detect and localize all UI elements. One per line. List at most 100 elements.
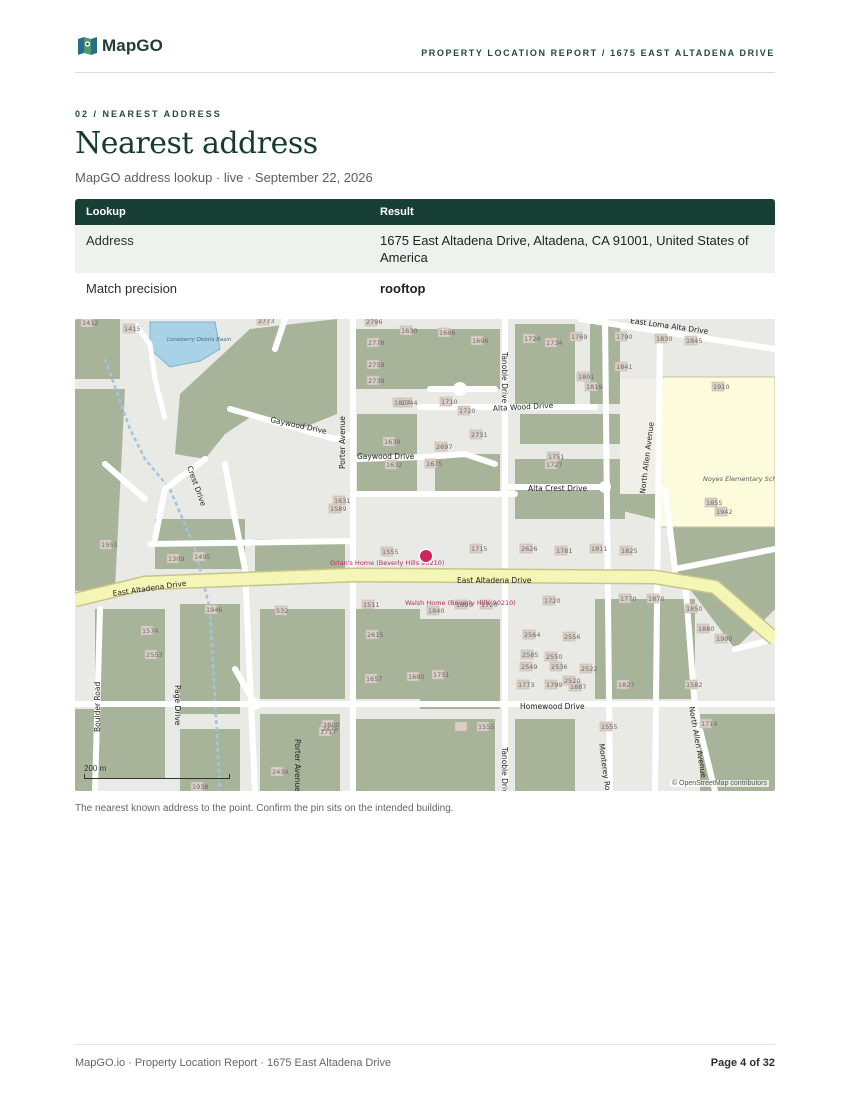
row-label-precision: Match precision <box>86 281 178 296</box>
house-number-label: 1751 <box>548 453 565 461</box>
house-number-label: 2731 <box>471 431 488 439</box>
map-attribution[interactable]: © OpenStreetMap contributors <box>669 780 769 787</box>
location-pin[interactable] <box>418 548 434 564</box>
house-number-label: 2549 <box>521 663 538 671</box>
house-number-label: 2522 <box>581 665 598 673</box>
house-number-label: 2697 <box>436 443 453 451</box>
house-number-label: 1720 <box>459 407 476 415</box>
map-scale: 200 m <box>84 764 230 779</box>
house-number-label: 1770 <box>620 595 637 603</box>
house-number-label: 1870 <box>648 595 665 603</box>
house-number-label: 1819 <box>586 383 603 391</box>
house-number-label: 1942 <box>716 508 733 516</box>
house-number-label: 1495 <box>194 553 211 561</box>
street-label-homewood: Homewood Drive <box>520 702 585 711</box>
street-label-page: Page Drive <box>173 685 182 726</box>
house-number-label: 1845 <box>686 337 703 345</box>
house-number-label: 1696 <box>472 337 489 345</box>
house-number-label: 1666 <box>439 329 456 337</box>
scale-label: 200 m <box>84 764 107 773</box>
house-number-label: 2536 <box>551 663 568 671</box>
house-number-label: 1734 <box>546 339 563 347</box>
house-number-label: 1840 <box>428 607 445 615</box>
house-number-label: 1582 <box>686 681 703 689</box>
house-number-label: 1801 <box>578 373 595 381</box>
street-label-east-altadena: East Altadena Drive <box>457 576 532 585</box>
street-label-tanoble: Tanoble Drive <box>500 351 509 404</box>
house-number-label: 1710 <box>441 398 458 406</box>
street-label-porter: Porter Avenue <box>338 416 347 469</box>
house-number-label: 1715 <box>471 545 488 553</box>
house-number-label: 1511 <box>363 601 380 609</box>
house-number-label: 2556 <box>564 633 581 641</box>
house-number-label: 2796 <box>366 319 383 326</box>
house-number-label: 2564 <box>524 631 541 639</box>
house-number-label: 1799 <box>546 681 563 689</box>
house-number-label: 1790 <box>616 333 633 341</box>
table-header-row: Lookup Result <box>75 199 775 225</box>
house-number-label: 1555 <box>478 723 495 731</box>
house-number-label: 1938 <box>192 783 209 791</box>
poi-school: Noyes Elementary School <box>703 475 775 483</box>
report-page: MapGO PROPERTY LOCATION REPORT / 1675 EA… <box>75 0 775 1100</box>
page-header: MapGO PROPERTY LOCATION REPORT / 1675 EA… <box>75 33 775 73</box>
page-title: Nearest address <box>75 126 318 161</box>
house-number-label: 1631 <box>334 497 351 505</box>
street-label-tanoble-south: Tanoble Drive <box>500 746 509 791</box>
house-number-label: 1811 <box>591 545 608 553</box>
house-number-label: 1850 <box>686 605 703 613</box>
house-number-label: 1727 <box>546 461 563 469</box>
house-number-label: 1415 <box>124 325 141 333</box>
brand-name: MapGO <box>102 36 163 55</box>
page-subtitle: MapGO address lookup · live · September … <box>75 170 373 185</box>
table-row: Address 1675 East Altadena Drive, Altade… <box>75 225 775 273</box>
row-value-address: 1675 East Altadena Drive, Altadena, CA 9… <box>369 225 775 273</box>
house-number-label: 2759 <box>368 361 385 369</box>
street-label-alta-crest: Alta Crest Drive <box>528 484 588 493</box>
house-number-label: 1574 <box>142 627 159 635</box>
house-number-label: 1910 <box>713 383 730 391</box>
house-number-label: 1555 <box>601 723 618 731</box>
house-number-label: 1630 <box>401 327 418 335</box>
house-number-label: 1880 <box>698 625 715 633</box>
house-number-label: 1632 <box>386 461 403 469</box>
lookup-table: Lookup Result Address 1675 East Altadena… <box>75 199 775 304</box>
house-number-label: 2739 <box>368 377 385 385</box>
poi-walsh: Walsh Home (Beverly Hills 90210) <box>405 599 516 607</box>
house-number-label: 1900 <box>716 635 733 643</box>
house-number-label: 1717 <box>320 728 337 736</box>
house-number-label: 1412 <box>82 319 99 327</box>
house-number-label: 2434 <box>272 768 289 776</box>
house-number-label: 2626 <box>521 545 538 553</box>
house-number-label: 2778 <box>368 339 385 347</box>
house-number-label: 1720 <box>544 597 561 605</box>
row-value-precision: rooftop <box>380 281 426 296</box>
house-number-label: 2773 <box>258 319 275 325</box>
house-number-label: 1744 <box>401 399 418 407</box>
house-number-label: 1887 <box>570 683 587 691</box>
house-number-label: 1751 <box>433 671 450 679</box>
map-canvas: 1412 1415 2773 2796 1630 1666 1696 1724 1734 1769… <box>75 319 775 791</box>
brand-logo[interactable]: MapGO <box>77 36 163 56</box>
scale-bar <box>84 774 230 779</box>
row-label-address: Address <box>75 225 369 273</box>
house-number-label: 1781 <box>556 547 573 555</box>
map-folded-icon <box>78 37 97 55</box>
building <box>454 721 468 732</box>
house-number-label: 2615 <box>367 631 384 639</box>
poi-basin: Loneberry Debris Basin <box>167 337 232 343</box>
page-number: Page 4 of 32 <box>710 1057 775 1069</box>
street-label-porter-south: Porter Avenue <box>293 739 302 791</box>
street-label-boulder: Boulder Road <box>93 682 102 732</box>
house-number-label: 1555 <box>382 548 399 556</box>
house-number-label: 1773 <box>518 681 535 689</box>
house-number-label: 1953 <box>101 541 118 549</box>
location-map[interactable]: 1412 1415 2773 2796 1630 1666 1696 1724 1734 1769… <box>75 319 775 791</box>
house-number-label: 1714 <box>701 720 718 728</box>
house-number-label: 1827 <box>618 681 635 689</box>
section-eyebrow: 02 / NEAREST ADDRESS <box>75 109 222 119</box>
report-label: PROPERTY LOCATION REPORT / 1675 EAST ALT… <box>421 48 775 58</box>
house-number-label: 2553 <box>146 651 163 659</box>
house-number-label: 2585 <box>522 651 539 659</box>
footer-left: MapGO.io · Property Location Report · 16… <box>75 1057 392 1069</box>
